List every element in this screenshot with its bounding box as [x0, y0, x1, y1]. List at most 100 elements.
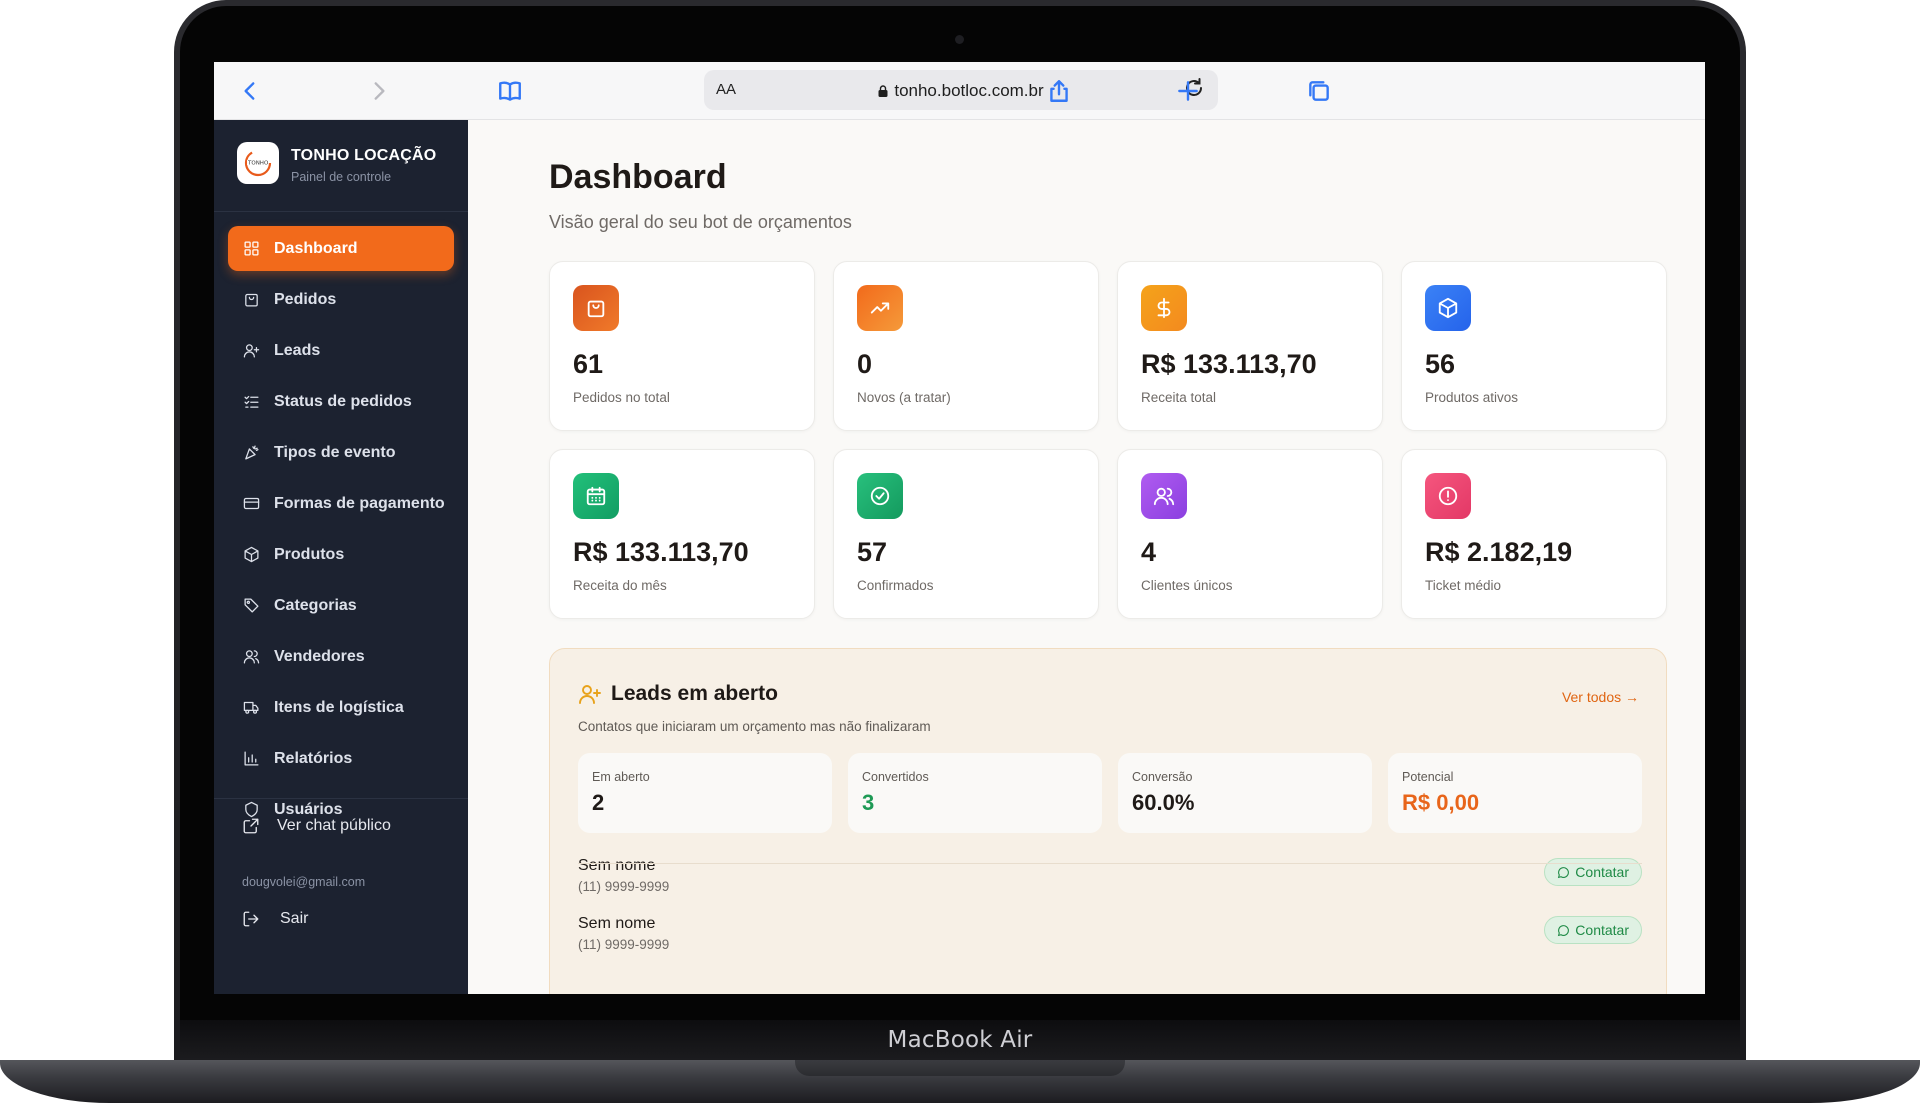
- chat-icon: [1558, 866, 1570, 878]
- url-text: tonho.botloc.com.br: [894, 81, 1044, 100]
- sidebar-item-itens-logistica[interactable]: Itens de logística: [228, 685, 454, 730]
- back-icon[interactable]: [235, 76, 265, 106]
- address-bar[interactable]: AA tonho.botloc.com.br: [704, 70, 1218, 110]
- bookmarks-icon[interactable]: [495, 76, 525, 106]
- stat-value: 3: [862, 790, 875, 815]
- stat-label: Receita do mês: [573, 578, 667, 593]
- stat-em-aberto: Em aberto 2: [578, 753, 832, 833]
- stat-label: Produtos ativos: [1425, 390, 1519, 405]
- sidebar-item-tipos-evento[interactable]: Tipos de evento: [228, 430, 454, 475]
- box-icon: [1425, 285, 1471, 331]
- sidebar-item-status-pedidos[interactable]: Status de pedidos: [228, 379, 454, 424]
- sidebar-item-formas-pagamento[interactable]: Formas de pagamento: [228, 481, 454, 526]
- chat-icon: [1558, 924, 1570, 936]
- stat-label: Receita total: [1141, 390, 1217, 405]
- sidebar-item-vendedores[interactable]: Vendedores: [228, 634, 454, 679]
- stat-card-receita-total: R$ 133.113,70 Receita total: [1117, 261, 1383, 431]
- brand-header: TONHO TONHO LOCAÇÃO Painel de controle: [214, 120, 468, 212]
- stat-convertidos: Convertidos 3: [848, 753, 1102, 833]
- list-item: Sem nome (11) 9999-9999 Contatar: [578, 847, 1642, 913]
- forward-icon[interactable]: [364, 76, 394, 106]
- sidebar-item-dashboard[interactable]: Dashboard: [228, 226, 454, 271]
- stat-value: R$ 2.182,19: [1425, 537, 1573, 567]
- check-circle-icon: [857, 473, 903, 519]
- stat-value: 0: [857, 349, 873, 379]
- sidebar-footer: Ver chat público dougvolei@gmail.com Sai…: [214, 798, 468, 927]
- stat-card-novos: 0 Novos (a tratar): [833, 261, 1099, 431]
- public-chat-label: Ver chat público: [277, 817, 391, 834]
- page-subtitle: Visão geral do seu bot de orçamentos: [549, 212, 852, 232]
- divider: [578, 863, 1642, 864]
- view-all-link[interactable]: Ver todos →: [1562, 689, 1639, 705]
- sidebar-item-label: Tipos de evento: [274, 443, 396, 461]
- sidebar: TONHO TONHO LOCAÇÃO Painel de controle D…: [214, 120, 468, 994]
- sidebar-item-label: Categorias: [274, 596, 357, 614]
- leads-title: Leads em aberto: [578, 682, 778, 706]
- logout-label: Sair: [280, 910, 309, 927]
- brand-subtitle: Painel de controle: [291, 170, 392, 184]
- leads-subtitle: Contatos que iniciaram um orçamento mas …: [578, 719, 931, 734]
- stat-card-produtos: 56 Produtos ativos: [1401, 261, 1667, 431]
- lead-name: Sem nome: [578, 857, 656, 874]
- stat-label: Novos (a tratar): [857, 390, 951, 405]
- calendar-icon: [573, 473, 619, 519]
- sidebar-item-label: Status de pedidos: [274, 392, 412, 410]
- stat-value: 60.0%: [1132, 790, 1195, 815]
- bag-icon: [573, 285, 619, 331]
- sidebar-item-label: Relatórios: [274, 749, 353, 767]
- sidebar-item-label: Produtos: [274, 545, 345, 563]
- contact-button[interactable]: Contatar: [1544, 916, 1642, 944]
- sidebar-item-relatorios[interactable]: Relatórios: [228, 736, 454, 781]
- users-icon: [242, 648, 260, 666]
- svg-text:TONHO: TONHO: [247, 161, 269, 167]
- stat-label: Conversão: [1132, 770, 1193, 784]
- stat-value: 56: [1425, 349, 1456, 379]
- contact-label: Contatar: [1575, 864, 1629, 880]
- sidebar-item-label: Usuários: [274, 800, 343, 818]
- stat-label: Pedidos no total: [573, 390, 670, 405]
- stat-label: Confirmados: [857, 578, 934, 593]
- leads-title-text: Leads em aberto: [611, 682, 778, 705]
- truck-icon: [242, 699, 260, 717]
- leads-panel: Leads em aberto Ver todos → Contatos que…: [549, 648, 1667, 994]
- users-icon: [1141, 473, 1187, 519]
- sidebar-item-label: Itens de logística: [274, 698, 404, 716]
- sidebar-item-produtos[interactable]: Produtos: [228, 532, 454, 577]
- stat-card-pedidos: 61 Pedidos no total: [549, 261, 815, 431]
- stat-value: 2: [592, 790, 605, 815]
- stat-value: 57: [857, 537, 888, 567]
- sidebar-item-pedidos[interactable]: Pedidos: [228, 277, 454, 322]
- trending-up-icon: [857, 285, 903, 331]
- leads-stats: Em aberto 2 Convertidos 3 Conversão 60.0…: [578, 753, 1642, 833]
- camera-icon: [955, 35, 964, 44]
- sidebar-item-label: Vendedores: [274, 647, 365, 665]
- lead-phone: (11) 9999-9999: [578, 879, 670, 894]
- logout-button[interactable]: Sair: [242, 910, 308, 928]
- alert-circle-icon: [1425, 473, 1471, 519]
- list-check-icon: [242, 393, 260, 411]
- stat-label: Em aberto: [592, 770, 650, 784]
- share-icon[interactable]: [1044, 76, 1074, 106]
- user-email: dougvolei@gmail.com: [242, 875, 366, 889]
- new-tab-icon[interactable]: [1173, 76, 1203, 106]
- stat-label: Potencial: [1402, 770, 1454, 784]
- tabs-icon[interactable]: [1304, 76, 1334, 106]
- sidebar-item-leads[interactable]: Leads: [228, 328, 454, 373]
- stat-value: R$ 133.113,70: [1141, 349, 1317, 379]
- public-chat-link[interactable]: Ver chat público: [242, 817, 391, 835]
- bar-chart-icon: [242, 750, 260, 768]
- user-plus-icon: [579, 685, 601, 704]
- laptop-notch: [795, 1060, 1125, 1076]
- laptop-brand-label: MacBook Air: [887, 1027, 1033, 1053]
- party-icon: [242, 444, 260, 462]
- brand-logo: TONHO: [237, 142, 279, 184]
- browser-toolbar: AA tonho.botloc.com.br: [214, 62, 1705, 120]
- sidebar-item-label: Leads: [274, 341, 321, 359]
- stat-label: Ticket médio: [1425, 578, 1502, 593]
- lead-name: Sem nome: [578, 915, 656, 932]
- stat-card-ticket: R$ 2.182,19 Ticket médio: [1401, 449, 1667, 619]
- sidebar-nav: Dashboard Pedidos Leads Status de pedido…: [214, 226, 468, 838]
- sidebar-item-categorias[interactable]: Categorias: [228, 583, 454, 628]
- external-link-icon: [243, 818, 259, 834]
- shield-icon: [242, 801, 260, 819]
